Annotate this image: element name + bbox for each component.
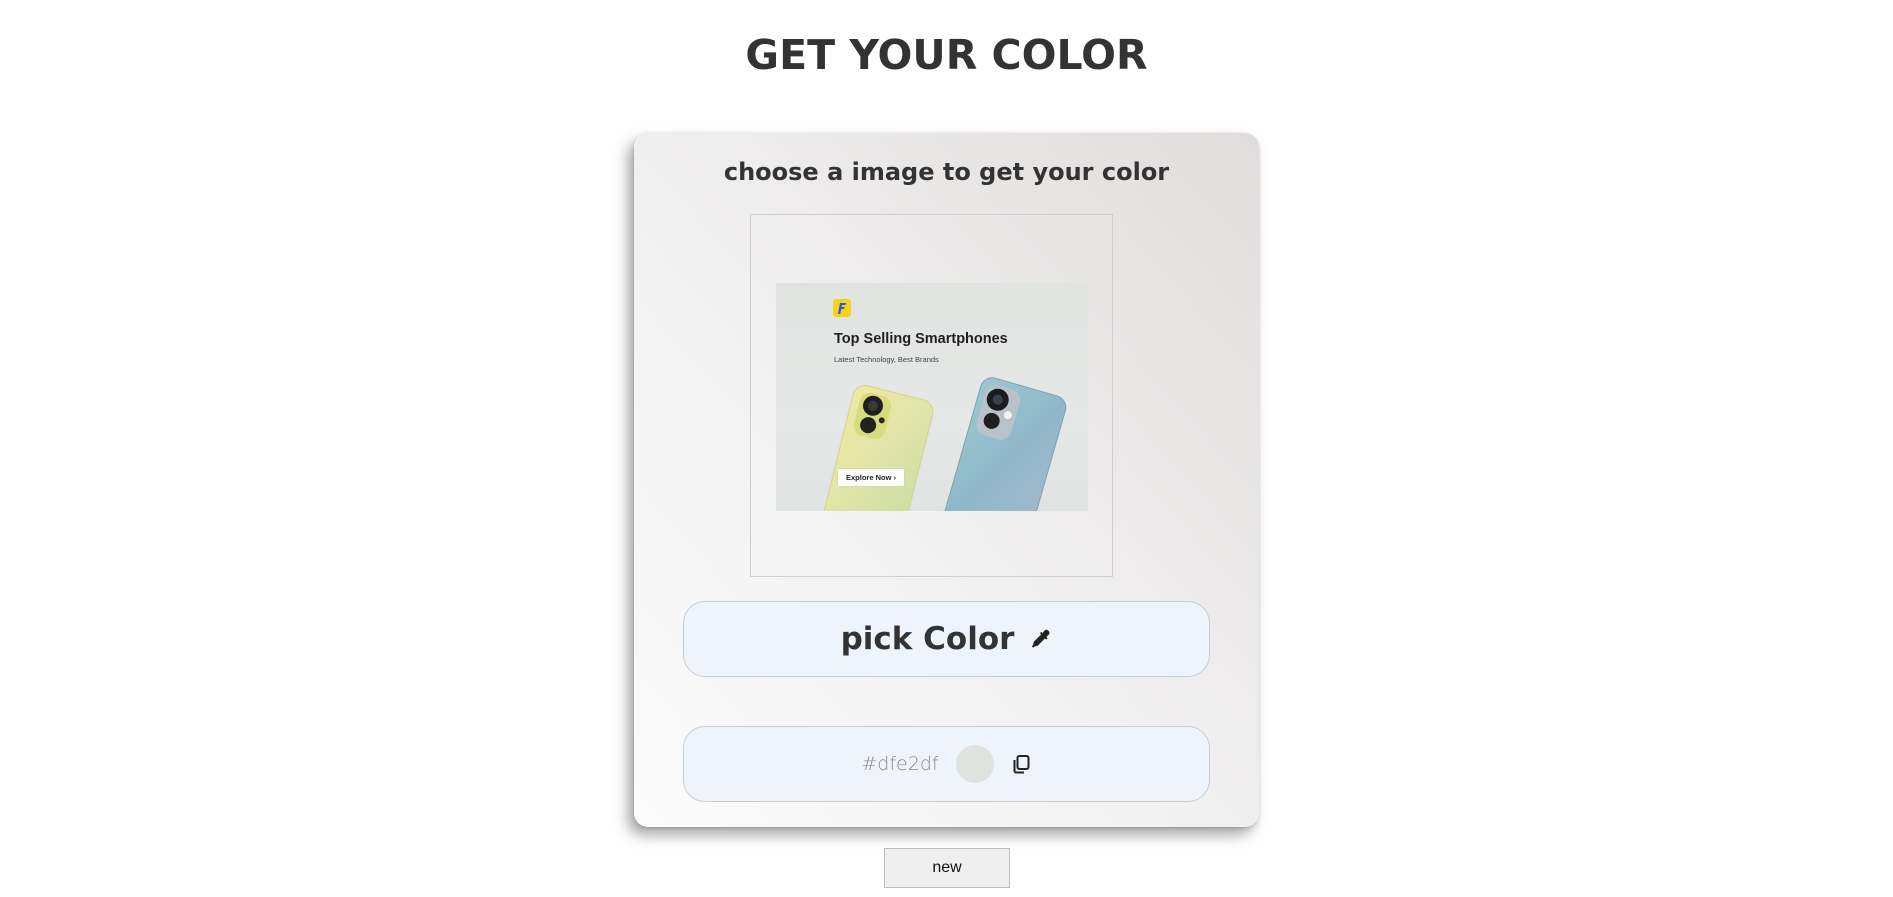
copy-icon[interactable] (1010, 753, 1032, 775)
color-picker-card: choose a image to get your color Top Sel… (634, 133, 1259, 827)
pick-color-button[interactable]: pick Color (683, 601, 1210, 677)
hex-value: #dfe2df (861, 753, 939, 775)
eyedropper-icon (1030, 628, 1052, 650)
uploaded-image: Top Selling Smartphones Latest Technolog… (776, 283, 1088, 511)
pick-color-label: pick Color (840, 621, 1015, 657)
image-upload-area[interactable]: Top Selling Smartphones Latest Technolog… (750, 214, 1113, 577)
phones-illustration (821, 377, 1067, 511)
color-result-box: #dfe2df (683, 726, 1210, 802)
banner-subtitle: Latest Technology, Best Brands (834, 355, 939, 364)
card-heading: choose a image to get your color (723, 158, 1170, 186)
flipkart-logo-icon (833, 299, 851, 317)
banner-title: Top Selling Smartphones (834, 331, 1008, 347)
page-root: GET YOUR COLOR choose a image to get you… (0, 0, 1893, 897)
banner-explore-button: Explore Now › (838, 469, 904, 486)
page-title: GET YOUR COLOR (745, 31, 1148, 79)
new-button[interactable]: new (884, 848, 1010, 888)
color-swatch (955, 745, 994, 783)
